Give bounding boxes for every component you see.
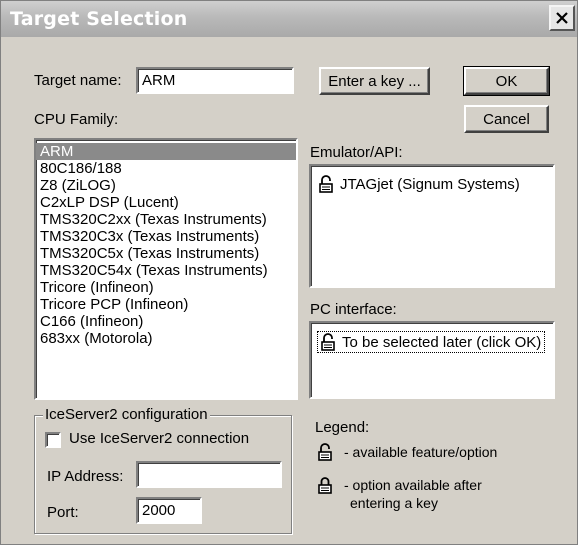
cpu-family-item[interactable]: C166 (Infineon) xyxy=(36,313,296,330)
cpu-family-item[interactable]: TMS320C3x (Texas Instruments) xyxy=(36,228,296,245)
window-title: Target Selection xyxy=(10,8,188,30)
legend-available-text: - available feature/option xyxy=(344,444,498,460)
ip-address-input[interactable] xyxy=(136,461,282,488)
target-name-label: Target name: xyxy=(34,72,122,89)
use-iceserver-label[interactable]: Use IceServer2 connection xyxy=(69,430,249,447)
unlocked-padlock-icon xyxy=(321,333,335,351)
cancel-button[interactable]: Cancel xyxy=(464,105,549,133)
emulator-api-label: Emulator/API: xyxy=(310,144,403,161)
cpu-family-item[interactable]: 683xx (Motorola) xyxy=(36,330,296,347)
emulator-item-label: JTAGjet (Signum Systems) xyxy=(340,175,520,193)
use-iceserver-checkbox[interactable] xyxy=(45,432,61,448)
port-label: Port: xyxy=(47,504,79,521)
legend-key-text-line2: entering a key xyxy=(350,495,438,511)
pc-interface-label: PC interface: xyxy=(310,301,397,318)
title-bar[interactable]: Target Selection xyxy=(1,1,577,37)
unlocked-padlock-icon xyxy=(319,175,333,193)
port-input[interactable]: 2000 xyxy=(136,497,202,524)
cpu-family-item[interactable]: TMS320C2xx (Texas Instruments) xyxy=(36,211,296,228)
cpu-family-item[interactable]: Z8 (ZiLOG) xyxy=(36,177,296,194)
legend-key-text-line1: - option available after xyxy=(344,477,482,493)
cpu-family-item[interactable]: 80C186/188 xyxy=(36,160,296,177)
locked-padlock-icon xyxy=(318,477,332,494)
iceserver-group-label: IceServer2 configuration xyxy=(43,406,210,423)
cpu-family-label: CPU Family: xyxy=(34,111,119,128)
emulator-api-list[interactable]: JTAGjet (Signum Systems) xyxy=(309,164,555,288)
pc-interface-item-label: To be selected later (click OK) xyxy=(342,333,542,351)
cpu-family-item[interactable]: C2xLP DSP (Lucent) xyxy=(36,194,296,211)
cpu-family-item[interactable]: TMS320C54x (Texas Instruments) xyxy=(36,262,296,279)
target-selection-dialog: Target Selection Target name: ARM Enter … xyxy=(0,0,578,545)
close-button[interactable] xyxy=(549,5,575,31)
cpu-family-item[interactable]: TMS320C5x (Texas Instruments) xyxy=(36,245,296,262)
target-name-input[interactable]: ARM xyxy=(136,67,294,94)
close-icon xyxy=(556,12,568,24)
emulator-item[interactable]: JTAGjet (Signum Systems) xyxy=(317,174,520,194)
enter-key-button[interactable]: Enter a key ... xyxy=(319,67,430,95)
pc-interface-list[interactable]: To be selected later (click OK) xyxy=(309,321,555,399)
ok-button[interactable]: OK xyxy=(463,66,550,96)
legend-label: Legend: xyxy=(315,419,370,436)
cpu-family-item[interactable]: Tricore PCP (Infineon) xyxy=(36,296,296,313)
ip-address-label: IP Address: xyxy=(47,468,124,485)
cpu-family-list[interactable]: ARM 80C186/188 Z8 (ZiLOG) C2xLP DSP (Lucent… xyxy=(34,138,298,400)
cpu-family-item[interactable]: Tricore (Infineon) xyxy=(36,279,296,296)
pc-interface-item[interactable]: To be selected later (click OK) xyxy=(317,331,546,353)
cpu-family-item[interactable]: ARM xyxy=(36,143,296,160)
unlocked-padlock-icon xyxy=(318,443,332,461)
